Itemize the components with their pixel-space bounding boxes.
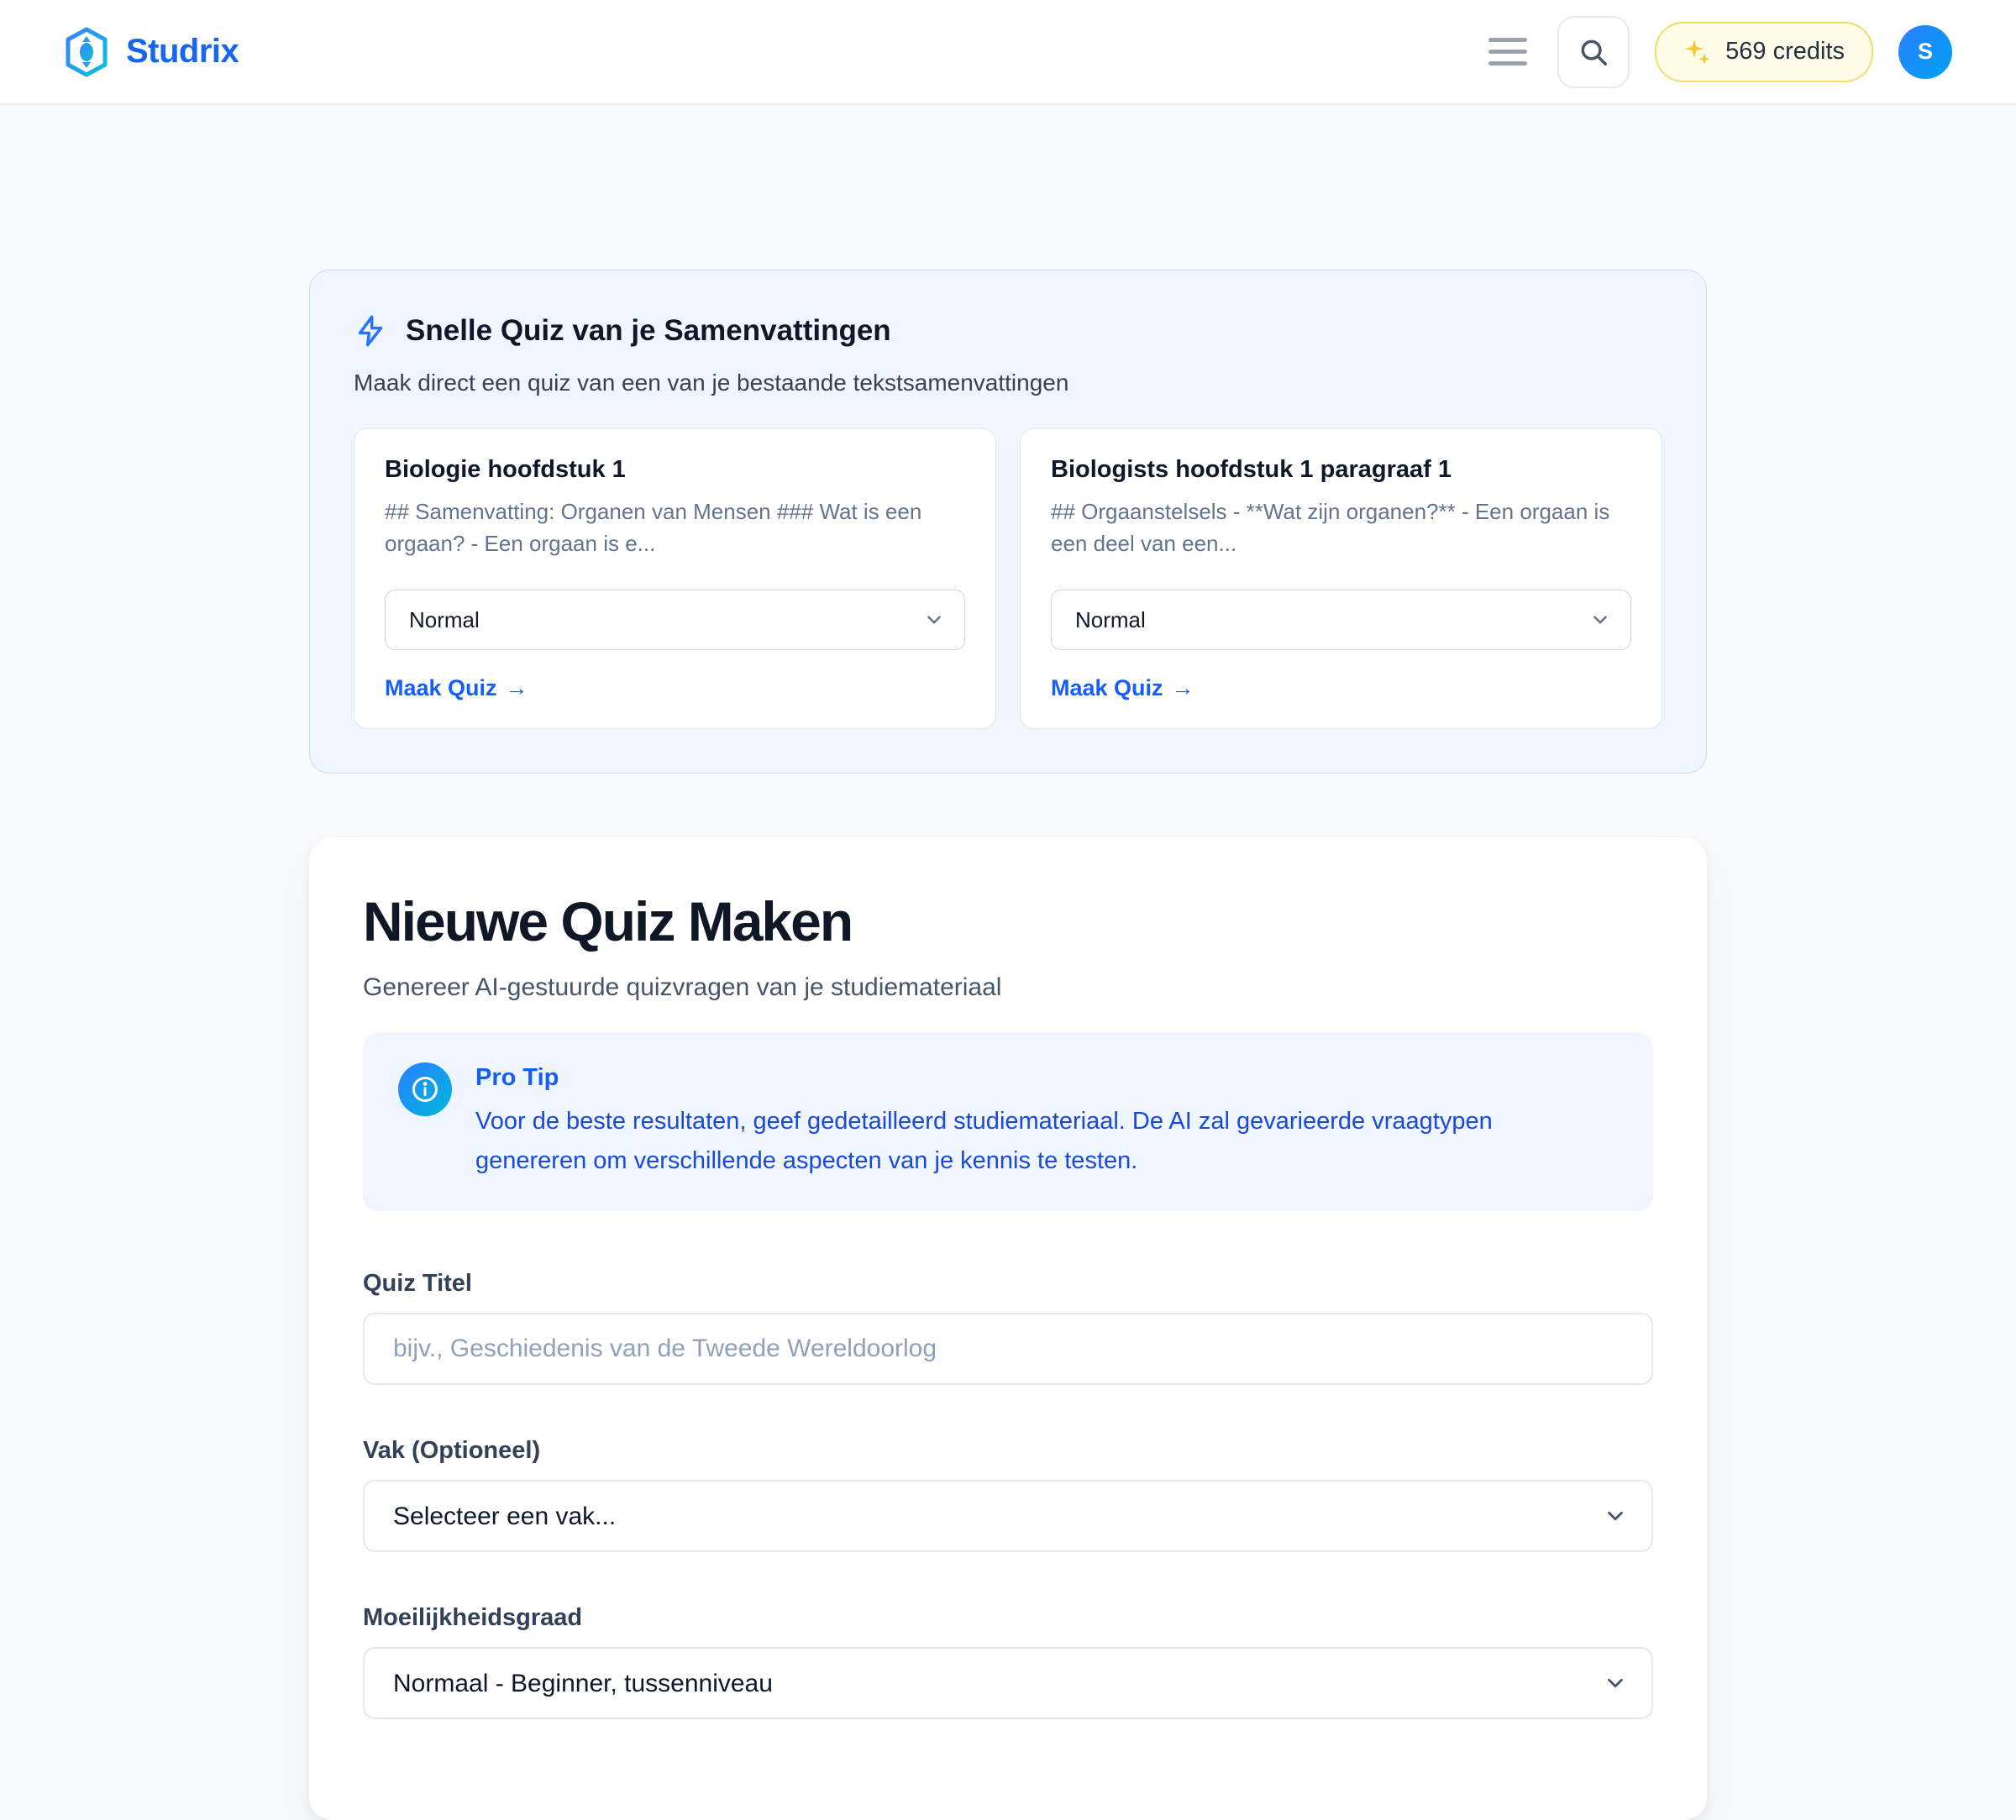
- quiz-title-input[interactable]: [363, 1313, 1653, 1385]
- maak-quiz-link[interactable]: Maak Quiz →: [385, 675, 528, 701]
- pro-tip-body: Voor de beste resultaten, geef gedetaill…: [475, 1102, 1601, 1181]
- pro-tip-banner: Pro Tip Voor de beste resultaten, geef g…: [363, 1032, 1653, 1211]
- summary-card-title: Biologie hoofdstuk 1: [385, 456, 965, 484]
- app-header: Studrix 569 credits S: [0, 0, 2016, 105]
- summary-cards: Biologie hoofdstuk 1 ## Samenvatting: Or…: [354, 428, 1662, 729]
- difficulty-select[interactable]: Normal: [385, 590, 965, 650]
- lightning-bolt-icon: [354, 314, 387, 348]
- subject-select[interactable]: Selecteer een vak...: [363, 1480, 1653, 1552]
- avatar[interactable]: S: [1898, 25, 1952, 79]
- difficulty-select[interactable]: Normal: [1051, 590, 1631, 650]
- subject-group: Vak (Optioneel) Selecteer een vak...: [363, 1437, 1653, 1552]
- summary-card-excerpt: ## Orgaanstelsels - **Wat zijn organen?*…: [1051, 496, 1631, 559]
- summary-card-excerpt: ## Samenvatting: Organen van Mensen ### …: [385, 496, 965, 559]
- quick-quiz-subtitle: Maak direct een quiz van een van je best…: [354, 370, 1662, 396]
- summary-card-title: Biologists hoofdstuk 1 paragraaf 1: [1051, 456, 1631, 484]
- quick-quiz-panel: Snelle Quiz van je Samenvattingen Maak d…: [309, 270, 1707, 774]
- brand-name: Studrix: [126, 33, 239, 71]
- pro-tip-title: Pro Tip: [475, 1064, 1601, 1092]
- search-button[interactable]: [1557, 16, 1630, 88]
- search-icon: [1578, 36, 1609, 68]
- difficulty-select-main[interactable]: Normaal - Beginner, tussenniveau: [363, 1647, 1653, 1719]
- difficulty-label: Moeilijkheidsgraad: [363, 1604, 1653, 1632]
- quiz-title-group: Quiz Titel: [363, 1270, 1653, 1385]
- header-actions: 569 credits S: [1483, 16, 1952, 88]
- page-subtitle: Genereer AI-gestuurde quizvragen van je …: [363, 973, 1653, 1002]
- subject-label: Vak (Optioneel): [363, 1437, 1653, 1465]
- credits-badge[interactable]: 569 credits: [1655, 22, 1873, 82]
- credits-label: 569 credits: [1725, 38, 1845, 66]
- difficulty-group: Moeilijkheidsgraad Normaal - Beginner, t…: [363, 1604, 1653, 1719]
- new-quiz-card: Nieuwe Quiz Maken Genereer AI-gestuurde …: [309, 837, 1707, 1820]
- quiz-title-label: Quiz Titel: [363, 1270, 1653, 1298]
- info-icon: [398, 1062, 452, 1116]
- arrow-right-icon: →: [1172, 675, 1194, 701]
- maak-quiz-link[interactable]: Maak Quiz →: [1051, 675, 1194, 701]
- arrow-right-icon: →: [506, 675, 528, 701]
- brand[interactable]: Studrix: [64, 27, 239, 77]
- summary-card: Biologists hoofdstuk 1 paragraaf 1 ## Or…: [1020, 428, 1662, 729]
- pro-tip-content: Pro Tip Voor de beste resultaten, geef g…: [475, 1059, 1601, 1181]
- page-content: Snelle Quiz van je Samenvattingen Maak d…: [309, 270, 1707, 1820]
- quick-quiz-header: Snelle Quiz van je Samenvattingen: [354, 314, 1662, 348]
- summary-card: Biologie hoofdstuk 1 ## Samenvatting: Or…: [354, 428, 996, 729]
- quick-quiz-title: Snelle Quiz van je Samenvattingen: [406, 314, 891, 348]
- studrix-logo-icon: [64, 27, 109, 77]
- hamburger-menu-icon[interactable]: [1483, 34, 1532, 71]
- sparkles-icon: [1683, 38, 1712, 66]
- page-title: Nieuwe Quiz Maken: [363, 891, 1653, 953]
- avatar-initial: S: [1918, 39, 1933, 65]
